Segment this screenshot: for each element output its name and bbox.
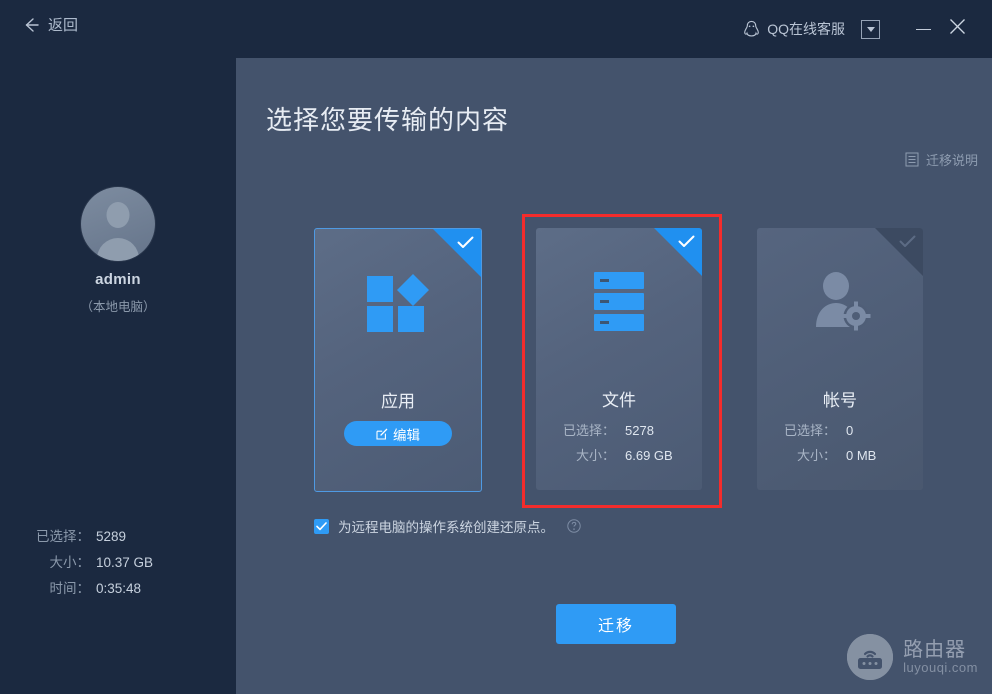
minimize-icon	[915, 28, 931, 30]
watermark: 路由器 luyouqi.com	[847, 634, 978, 680]
card-stat-selected: 已选择： 0	[757, 418, 923, 443]
card-account-label: 帐号	[823, 391, 857, 410]
avatar-body-shape	[97, 238, 139, 261]
transfer-category-cards: 应用 编辑 文件 已选择： 5278 大小： 6.69 GB 帐号 已选择： 0…	[314, 214, 923, 508]
title-bar: 返回 QQ在线客服	[0, 0, 992, 58]
app-window: 返回 QQ在线客服 admin （本地电脑） 已选择： 5289 大小： 10.…	[0, 0, 992, 694]
watermark-title: 路由器	[903, 638, 967, 661]
stat-value: 10.37 GB	[96, 555, 154, 570]
card-stat-size: 大小： 0 MB	[757, 443, 923, 468]
qq-penguin-icon	[743, 20, 760, 39]
caret-shape	[866, 26, 875, 32]
edit-apps-button[interactable]: 编辑	[344, 421, 452, 446]
restore-point-checkbox[interactable]	[314, 518, 329, 534]
stat-label: 大小：	[49, 555, 91, 570]
back-button-label: 返回	[48, 17, 79, 34]
card-account-stats: 已选择： 0 大小： 0 MB	[757, 418, 923, 468]
title-bar-controls: QQ在线客服	[743, 0, 974, 58]
close-button[interactable]	[940, 12, 974, 46]
card-stat-selected: 已选择： 5278	[536, 418, 702, 443]
watermark-domain: luyouqi.com	[903, 659, 978, 675]
edit-square-icon	[376, 428, 388, 440]
stat-label: 时间：	[49, 581, 91, 596]
back-button[interactable]: 返回	[22, 14, 78, 35]
check-icon	[678, 235, 695, 248]
card-stat-value: 5278	[625, 423, 654, 438]
check-icon	[457, 236, 474, 249]
stat-label: 已选择：	[36, 529, 90, 544]
card-stat-label: 已选择：	[562, 423, 615, 438]
stat-value: 0:35:48	[96, 581, 142, 596]
arrow-left-icon	[22, 16, 40, 34]
apps-grid-icon	[315, 267, 481, 339]
user-location-label: （本地电脑）	[80, 300, 156, 314]
card-files[interactable]: 文件 已选择： 5278 大小： 6.69 GB	[536, 228, 702, 490]
sidebar-stat-time: 时间： 0:35:48	[0, 576, 236, 602]
card-stat-value: 0	[846, 423, 854, 438]
user-avatar-icon	[81, 187, 155, 261]
sidebar: admin （本地电脑） 已选择： 5289 大小： 10.37 GB 时间： …	[0, 58, 236, 694]
restore-point-label: 为远程电脑的操作系统创建还原点。	[338, 520, 554, 535]
chevron-down-icon[interactable]	[861, 19, 880, 39]
qq-support-label: QQ在线客服	[767, 21, 845, 37]
card-files-label: 文件	[602, 391, 636, 410]
router-icon	[847, 634, 894, 680]
migrate-button[interactable]: 迁移	[556, 604, 676, 644]
card-apps-label: 应用	[381, 392, 415, 411]
user-settings-icon	[757, 266, 923, 338]
edit-apps-label: 编辑	[393, 427, 420, 443]
card-account[interactable]: 帐号 已选择： 0 大小： 0 MB	[757, 228, 923, 490]
card-stat-size: 大小： 6.69 GB	[536, 443, 702, 468]
restore-point-option-row: 为远程电脑的操作系统创建还原点。	[314, 516, 581, 536]
sidebar-stats: 已选择： 5289 大小： 10.37 GB 时间： 0:35:48	[0, 524, 236, 602]
page-title: 选择您要传输的内容	[266, 105, 510, 135]
card-stat-label: 大小：	[575, 448, 615, 463]
card-stat-value: 0 MB	[846, 448, 877, 463]
close-icon	[948, 17, 967, 41]
sidebar-stat-size: 大小： 10.37 GB	[0, 550, 236, 576]
check-icon	[899, 235, 916, 248]
migration-instructions-link[interactable]: 迁移说明	[905, 150, 978, 169]
card-files-stats: 已选择： 5278 大小： 6.69 GB	[536, 418, 702, 468]
server-stack-icon	[536, 266, 702, 338]
stat-value: 5289	[96, 529, 127, 544]
card-stat-value: 6.69 GB	[625, 448, 673, 463]
avatar-head-shape	[106, 202, 130, 228]
card-stat-label: 已选择：	[783, 423, 836, 438]
card-apps[interactable]: 应用 编辑	[314, 228, 482, 492]
checkbox-checked-icon	[316, 521, 327, 530]
qq-support-button[interactable]: QQ在线客服	[743, 19, 845, 39]
user-name: admin	[95, 271, 141, 288]
main-panel: 选择您要传输的内容 迁移说明 应用 编辑 文件 已选择： 5278 大小： 6.…	[236, 58, 992, 694]
sidebar-stat-selected: 已选择： 5289	[0, 524, 236, 550]
card-stat-label: 大小：	[796, 448, 836, 463]
watermark-text: 路由器 luyouqi.com	[903, 638, 978, 675]
question-mark-icon[interactable]	[567, 519, 581, 533]
document-icon	[905, 152, 919, 167]
migration-instructions-label: 迁移说明	[925, 153, 978, 168]
minimize-button[interactable]	[906, 12, 940, 46]
